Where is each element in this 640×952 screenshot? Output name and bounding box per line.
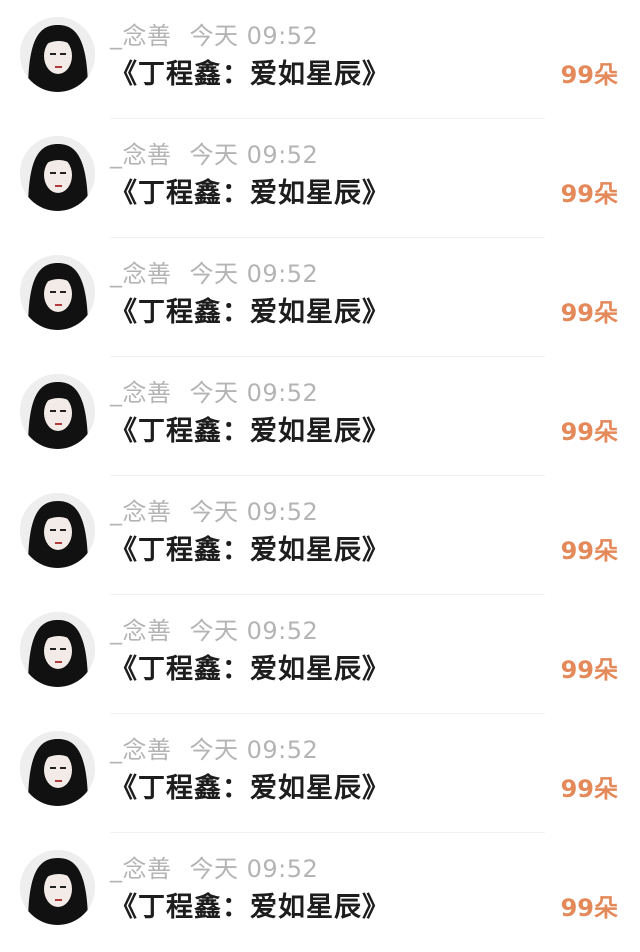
username-label[interactable]: _念善 bbox=[110, 260, 172, 288]
gift-count: 99朵 bbox=[560, 418, 618, 446]
time-label: 今天 09:52 bbox=[189, 379, 319, 407]
avatar[interactable] bbox=[20, 17, 95, 92]
time-label: 今天 09:52 bbox=[189, 855, 319, 883]
username-label[interactable]: _念善 bbox=[110, 617, 172, 645]
list-item[interactable]: _念善 今天 09:52 《丁程鑫：爱如星辰》 99朵 bbox=[0, 357, 640, 476]
story-title[interactable]: 《丁程鑫：爱如星辰》 bbox=[110, 531, 390, 571]
story-title[interactable]: 《丁程鑫：爱如星辰》 bbox=[110, 174, 390, 214]
list-item[interactable]: _念善 今天 09:52 《丁程鑫：爱如星辰》 99朵 bbox=[0, 714, 640, 833]
story-title[interactable]: 《丁程鑫：爱如星辰》 bbox=[110, 293, 390, 333]
item-meta: _念善 今天 09:52 bbox=[110, 853, 318, 885]
username-label[interactable]: _念善 bbox=[110, 855, 172, 883]
list-item[interactable]: _念善 今天 09:52 《丁程鑫：爱如星辰》 99朵 bbox=[0, 238, 640, 357]
time-label: 今天 09:52 bbox=[189, 22, 319, 50]
avatar[interactable] bbox=[20, 493, 95, 568]
list-item[interactable]: _念善 今天 09:52 《丁程鑫：爱如星辰》 99朵 bbox=[0, 119, 640, 238]
gift-count: 99朵 bbox=[560, 775, 618, 803]
gift-count: 99朵 bbox=[560, 299, 618, 327]
username-label[interactable]: _念善 bbox=[110, 498, 172, 526]
username-label[interactable]: _念善 bbox=[110, 141, 172, 169]
avatar[interactable] bbox=[20, 255, 95, 330]
avatar[interactable] bbox=[20, 374, 95, 449]
item-meta: _念善 今天 09:52 bbox=[110, 258, 318, 290]
username-label[interactable]: _念善 bbox=[110, 22, 172, 50]
list-item[interactable]: _念善 今天 09:52 《丁程鑫：爱如星辰》 99朵 bbox=[0, 0, 640, 119]
avatar[interactable] bbox=[20, 612, 95, 687]
gift-count: 99朵 bbox=[560, 656, 618, 684]
gift-count: 99朵 bbox=[560, 61, 618, 89]
gift-count: 99朵 bbox=[560, 537, 618, 565]
avatar[interactable] bbox=[20, 731, 95, 806]
story-title[interactable]: 《丁程鑫：爱如星辰》 bbox=[110, 55, 390, 95]
time-label: 今天 09:52 bbox=[189, 141, 319, 169]
list-item[interactable]: _念善 今天 09:52 《丁程鑫：爱如星辰》 99朵 bbox=[0, 833, 640, 952]
item-meta: _念善 今天 09:52 bbox=[110, 377, 318, 409]
story-title[interactable]: 《丁程鑫：爱如星辰》 bbox=[110, 888, 390, 928]
item-meta: _念善 今天 09:52 bbox=[110, 496, 318, 528]
username-label[interactable]: _念善 bbox=[110, 379, 172, 407]
time-label: 今天 09:52 bbox=[189, 498, 319, 526]
username-label[interactable]: _念善 bbox=[110, 736, 172, 764]
gift-count: 99朵 bbox=[560, 894, 618, 922]
item-meta: _念善 今天 09:52 bbox=[110, 615, 318, 647]
list-item[interactable]: _念善 今天 09:52 《丁程鑫：爱如星辰》 99朵 bbox=[0, 476, 640, 595]
time-label: 今天 09:52 bbox=[189, 260, 319, 288]
list-item[interactable]: _念善 今天 09:52 《丁程鑫：爱如星辰》 99朵 bbox=[0, 595, 640, 714]
avatar[interactable] bbox=[20, 136, 95, 211]
story-title[interactable]: 《丁程鑫：爱如星辰》 bbox=[110, 769, 390, 809]
time-label: 今天 09:52 bbox=[189, 617, 319, 645]
avatar[interactable] bbox=[20, 850, 95, 925]
time-label: 今天 09:52 bbox=[189, 736, 319, 764]
item-meta: _念善 今天 09:52 bbox=[110, 139, 318, 171]
story-title[interactable]: 《丁程鑫：爱如星辰》 bbox=[110, 412, 390, 452]
item-meta: _念善 今天 09:52 bbox=[110, 734, 318, 766]
item-meta: _念善 今天 09:52 bbox=[110, 20, 318, 52]
gift-count: 99朵 bbox=[560, 180, 618, 208]
story-title[interactable]: 《丁程鑫：爱如星辰》 bbox=[110, 650, 390, 690]
gift-record-list: _念善 今天 09:52 《丁程鑫：爱如星辰》 99朵 _念善 今天 09:52 《… bbox=[0, 0, 640, 938]
